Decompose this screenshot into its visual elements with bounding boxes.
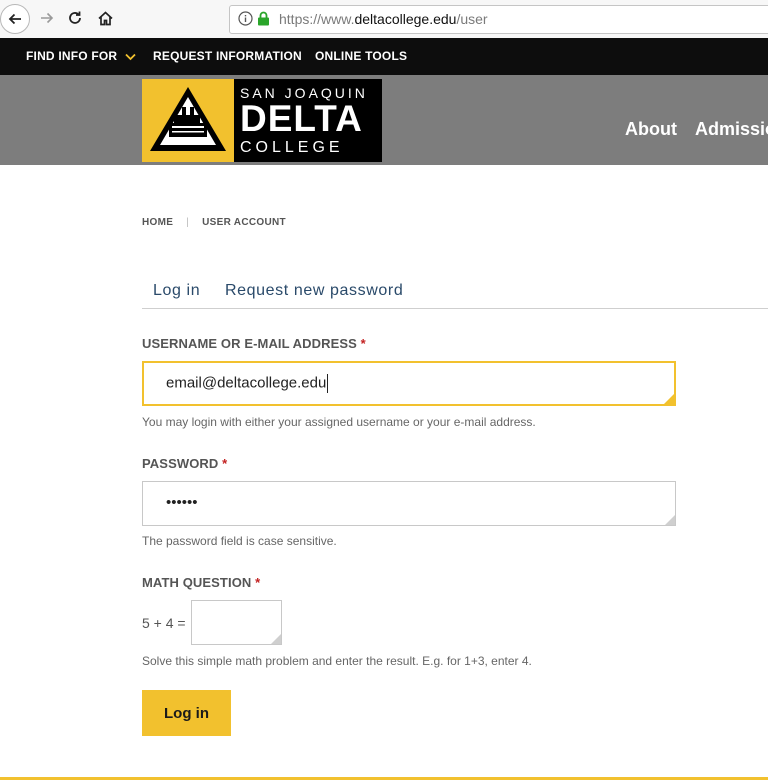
required-marker: * xyxy=(222,456,228,471)
math-help: Solve this simple math problem and enter… xyxy=(142,654,532,668)
breadcrumb-current: USER ACCOUNT xyxy=(202,217,286,228)
lock-icon xyxy=(258,11,269,26)
url-host: deltacollege.edu xyxy=(354,11,457,27)
browser-toolbar: https://www.deltacollege.edu/user xyxy=(0,0,768,39)
college-logo[interactable]: SAN JOAQUIN DELTA COLLEGE xyxy=(142,79,382,162)
username-label-text: USERNAME OR E-MAIL ADDRESS xyxy=(142,336,357,351)
home-icon xyxy=(97,10,113,25)
required-marker: * xyxy=(255,575,261,590)
username-input[interactable]: email@deltacollege.edu xyxy=(142,361,676,406)
reload-icon xyxy=(69,11,81,24)
main-nav-about[interactable]: About xyxy=(625,119,677,140)
back-button[interactable] xyxy=(0,4,30,34)
math-question-text: 5 + 4 = xyxy=(142,615,186,631)
find-info-for-label: FIND INFO FOR xyxy=(26,49,118,63)
required-marker: * xyxy=(360,336,366,351)
address-bar[interactable]: https://www.deltacollege.edu/user xyxy=(229,5,768,34)
username-label: USERNAME OR E-MAIL ADDRESS * xyxy=(142,336,366,351)
text-cursor xyxy=(327,374,329,393)
breadcrumb-separator: | xyxy=(186,217,190,228)
math-answer-input[interactable] xyxy=(191,600,282,645)
username-value-text: email@deltacollege.edu xyxy=(166,374,327,392)
arrow-left-icon xyxy=(8,13,21,25)
request-information-link[interactable]: REQUEST INFORMATION xyxy=(153,38,302,75)
password-help: The password field is case sensitive. xyxy=(142,534,337,548)
url-scheme: https://www. xyxy=(279,11,355,27)
password-input[interactable]: •••••• xyxy=(142,481,676,526)
tab-log-in[interactable]: Log in xyxy=(153,282,200,300)
username-help: You may login with either your assigned … xyxy=(142,415,536,429)
url-text: https://www.deltacollege.edu/user xyxy=(279,11,488,27)
math-question-label: MATH QUESTION * xyxy=(142,575,260,590)
log-in-button[interactable]: Log in xyxy=(142,690,231,736)
forward-button[interactable] xyxy=(32,3,62,33)
math-question-label-text: MATH QUESTION xyxy=(142,575,252,590)
url-path: /user xyxy=(456,11,488,27)
riverboat-emblem-icon xyxy=(150,87,226,151)
site-header: SAN JOAQUIN DELTA COLLEGE About Admissio… xyxy=(0,75,768,165)
breadcrumb-home[interactable]: HOME xyxy=(142,217,173,228)
utility-nav: FIND INFO FOR REQUEST INFORMATION ONLINE… xyxy=(0,38,768,75)
tab-request-new-password[interactable]: Request new password xyxy=(225,282,403,300)
logo-line-2: DELTA xyxy=(240,98,363,139)
resize-grip-icon xyxy=(665,515,675,525)
resize-grip-icon xyxy=(271,634,281,644)
password-value: •••••• xyxy=(166,494,198,511)
main-nav-admission[interactable]: Admission xyxy=(695,119,768,140)
password-label: PASSWORD * xyxy=(142,456,227,471)
chevron-down-icon xyxy=(125,53,136,61)
find-info-for-menu[interactable]: FIND INFO FOR xyxy=(26,38,136,75)
account-tabs: Log in Request new password xyxy=(142,277,768,309)
logo-emblem xyxy=(142,79,234,162)
info-icon[interactable] xyxy=(238,11,253,26)
password-label-text: PASSWORD xyxy=(142,456,219,471)
home-button[interactable] xyxy=(90,3,120,33)
reload-button[interactable] xyxy=(60,3,90,33)
logo-line-3: COLLEGE xyxy=(240,139,344,156)
breadcrumb: HOME | USER ACCOUNT xyxy=(142,217,286,228)
online-tools-link[interactable]: ONLINE TOOLS xyxy=(315,38,407,75)
username-value: email@deltacollege.edu xyxy=(166,374,329,393)
arrow-right-icon xyxy=(41,12,54,24)
resize-grip-icon xyxy=(664,394,674,404)
